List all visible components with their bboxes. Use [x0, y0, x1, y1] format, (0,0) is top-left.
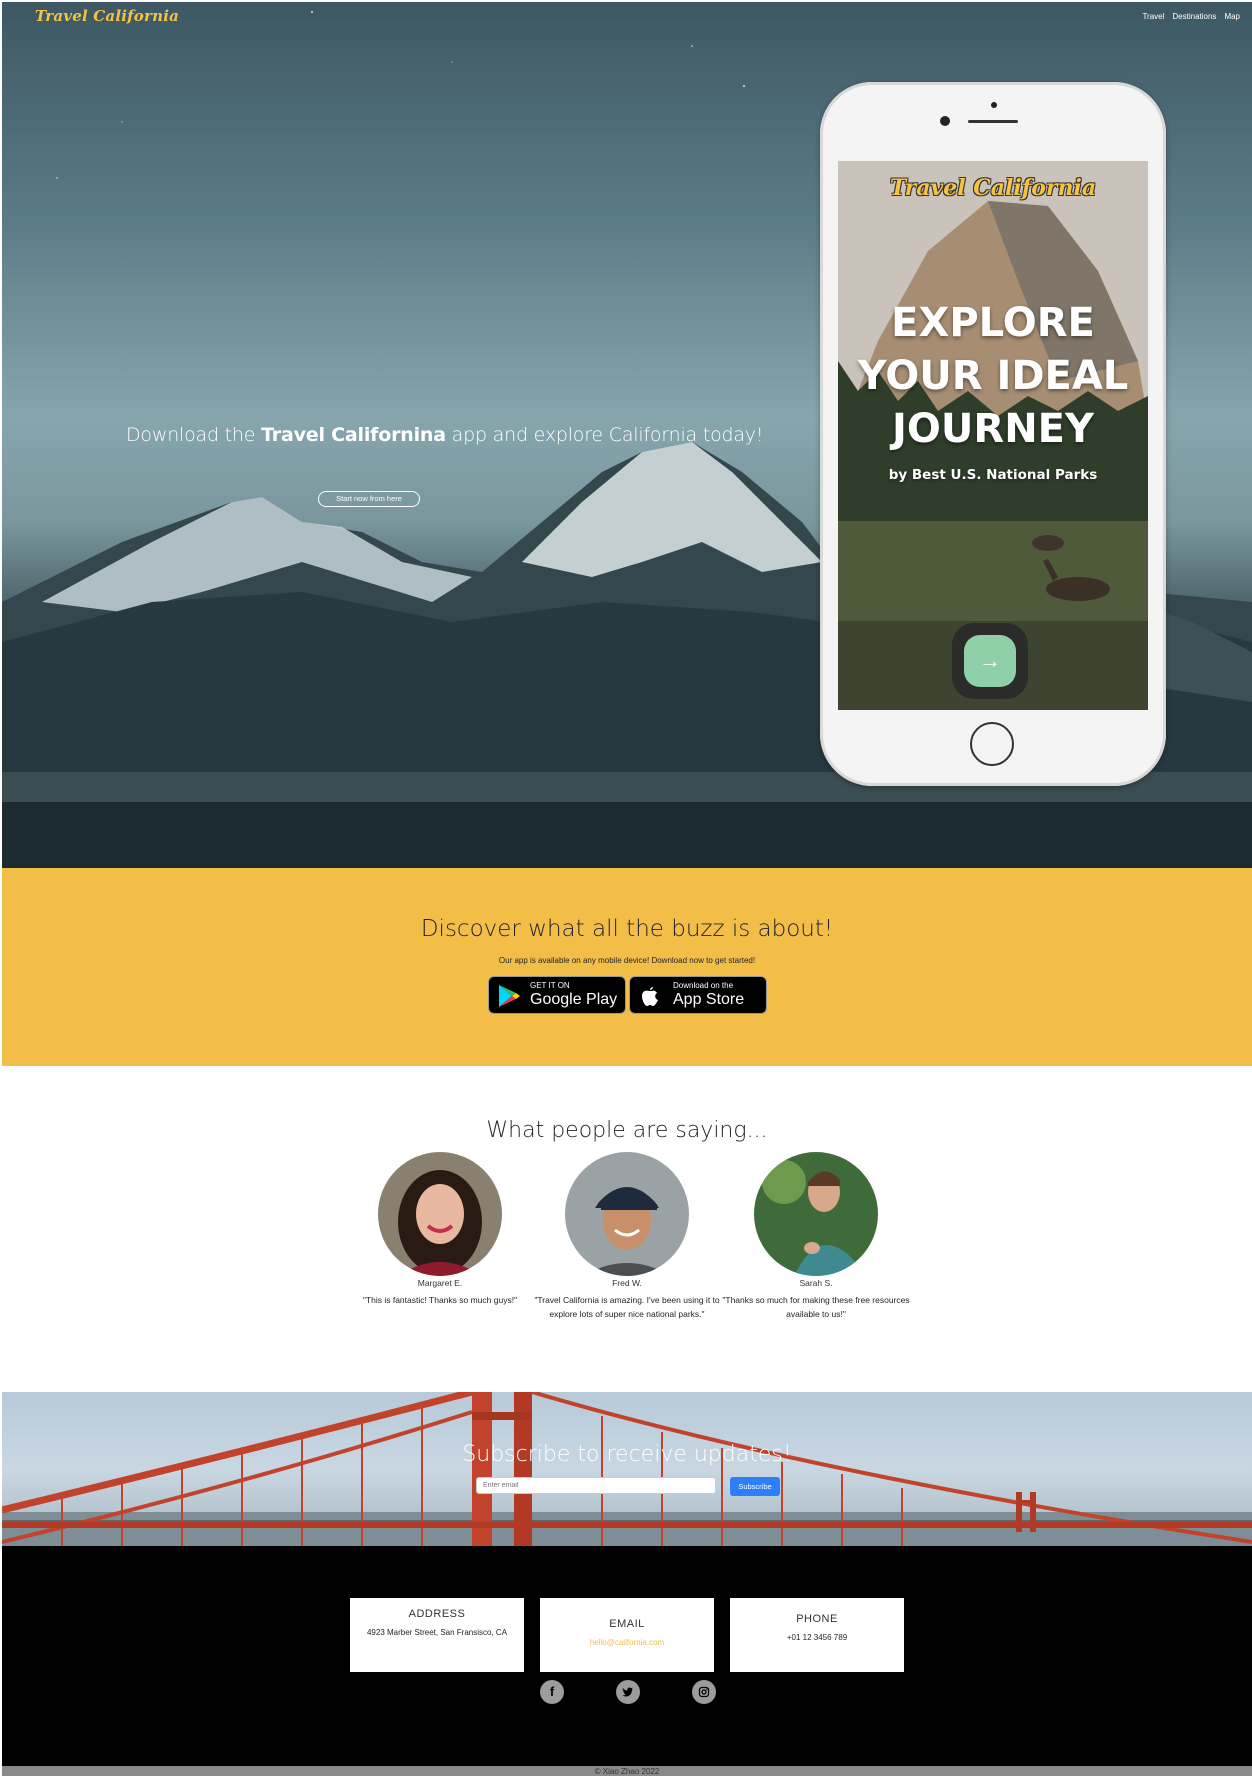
avatar-image [565, 1152, 689, 1276]
testimonial-quote: "Thanks so much for making these free re… [722, 1295, 910, 1319]
download-section: Discover what all the buzz is about! Our… [2, 868, 1252, 1066]
arrow-right-icon[interactable]: → [964, 635, 1016, 687]
testimonial-quote: "This is fantastic! Thanks so much guys!… [362, 1295, 518, 1305]
email-title: EMAIL [609, 1618, 645, 1630]
google-play-big-text: Google Play [530, 991, 618, 1008]
phone-screen-button-frame: → [952, 623, 1028, 699]
google-play-badge[interactable]: GET IT ON Google Play [488, 976, 626, 1014]
nav-link-destinations[interactable]: Destinations [1172, 12, 1216, 21]
testimonials-title: What people are saying... [486, 1118, 768, 1143]
email-link[interactable]: hello@california.com [540, 1636, 714, 1649]
testimonial-card: Sarah S. "Thanks so much for making thes… [721, 1152, 911, 1321]
app-store-small-text: Download on the [673, 981, 734, 990]
address-card: ADDRESS 4923 Marber Street, San Fransisc… [350, 1598, 524, 1672]
contact-footer: ADDRESS 4923 Marber Street, San Fransisc… [2, 1546, 1252, 1768]
instagram-icon[interactable] [692, 1680, 716, 1704]
google-play-icon [499, 985, 520, 1007]
hero-headline: Download the Travel Californina app and … [126, 424, 763, 446]
golden-gate-bridge-background [2, 1392, 1252, 1546]
hero-section: Travel California Travel Destinations Ma… [2, 2, 1252, 868]
copyright: © Xiao Zhao 2022 [2, 1766, 1252, 1776]
twitter-bird-glyph [622, 1687, 633, 1697]
apple-icon [642, 987, 658, 1006]
avatar [565, 1152, 689, 1276]
testimonials-section: What people are saying... Margaret E. "T… [2, 1066, 1252, 1392]
navbar-links: Travel Destinations Map [1142, 12, 1240, 21]
app-store-badge[interactable]: Download on the App Store [629, 976, 767, 1014]
phone-speaker [968, 120, 1018, 123]
download-title: Discover what all the buzz is about! [420, 916, 834, 942]
google-play-small-text: GET IT ON [530, 981, 570, 990]
email-input[interactable] [476, 1477, 716, 1494]
testimonial-card: Margaret E. "This is fantastic! Thanks s… [345, 1152, 535, 1308]
twitter-icon[interactable] [616, 1680, 640, 1704]
app-store-big-text: App Store [673, 991, 745, 1008]
download-subtitle: Our app is available on any mobile devic… [498, 956, 756, 965]
avatar [754, 1152, 878, 1276]
phone-screen-headline: EXPLORE YOUR IDEAL JOURNEY [838, 297, 1148, 456]
testimonial-card: Fred W. "Travel California is amazing. I… [532, 1152, 722, 1321]
nav-link-travel[interactable]: Travel [1142, 12, 1164, 21]
address-title: ADDRESS [408, 1608, 466, 1620]
hero-text-prefix: Download the [126, 424, 262, 446]
phone-sensor [991, 102, 997, 108]
avatar [378, 1152, 502, 1276]
phone-screen-logo: Travel California [889, 175, 1097, 201]
phone-screen: Travel California EXPLORE YOUR IDEAL JOU… [838, 161, 1148, 710]
avatar-image [378, 1152, 502, 1276]
phone-headline-line-1: EXPLORE [891, 300, 1095, 346]
subscribe-button[interactable]: Subscribe [730, 1477, 780, 1496]
instagram-camera-glyph [698, 1686, 710, 1698]
navbar-brand[interactable]: Travel California [35, 7, 179, 25]
phone-mockup: Travel California EXPLORE YOUR IDEAL JOU… [820, 82, 1166, 786]
phone-home-button [970, 722, 1014, 766]
phone-title: PHONE [796, 1613, 838, 1625]
page: Travel California Travel Destinations Ma… [2, 2, 1252, 1776]
phone-card: PHONE +01 12 3456 789 [730, 1598, 904, 1672]
phone-screen-subtitle: by Best U.S. National Parks [888, 467, 1098, 483]
subscribe-section: Subscribe to receive updates! Subscribe [2, 1392, 1252, 1546]
testimonial-quote: "Travel California is amazing. I've been… [534, 1295, 720, 1319]
hero-text-suffix: app and explore California today! [445, 424, 764, 446]
testimonial-name: Sarah S. [799, 1278, 833, 1288]
facebook-icon[interactable]: f [540, 1680, 564, 1704]
hero-text-app-name: Travel Californina [261, 424, 446, 446]
address-value: 4923 Marber Street, San Fransisco, CA [366, 1628, 508, 1637]
nav-link-map[interactable]: Map [1224, 12, 1240, 21]
subscribe-title: Subscribe to receive updates! [462, 1442, 792, 1467]
avatar-image [754, 1152, 878, 1276]
email-card: EMAIL hello@california.com [540, 1598, 714, 1672]
testimonial-name: Margaret E. [417, 1278, 463, 1288]
testimonial-name: Fred W. [612, 1278, 642, 1288]
phone-camera [940, 116, 950, 126]
phone-headline-line-2: YOUR IDEAL [857, 353, 1129, 399]
phone-value: +01 12 3456 789 [786, 1633, 848, 1642]
phone-headline-line-3: JOURNEY [892, 406, 1094, 452]
start-now-button[interactable]: Start now from here [318, 491, 420, 507]
